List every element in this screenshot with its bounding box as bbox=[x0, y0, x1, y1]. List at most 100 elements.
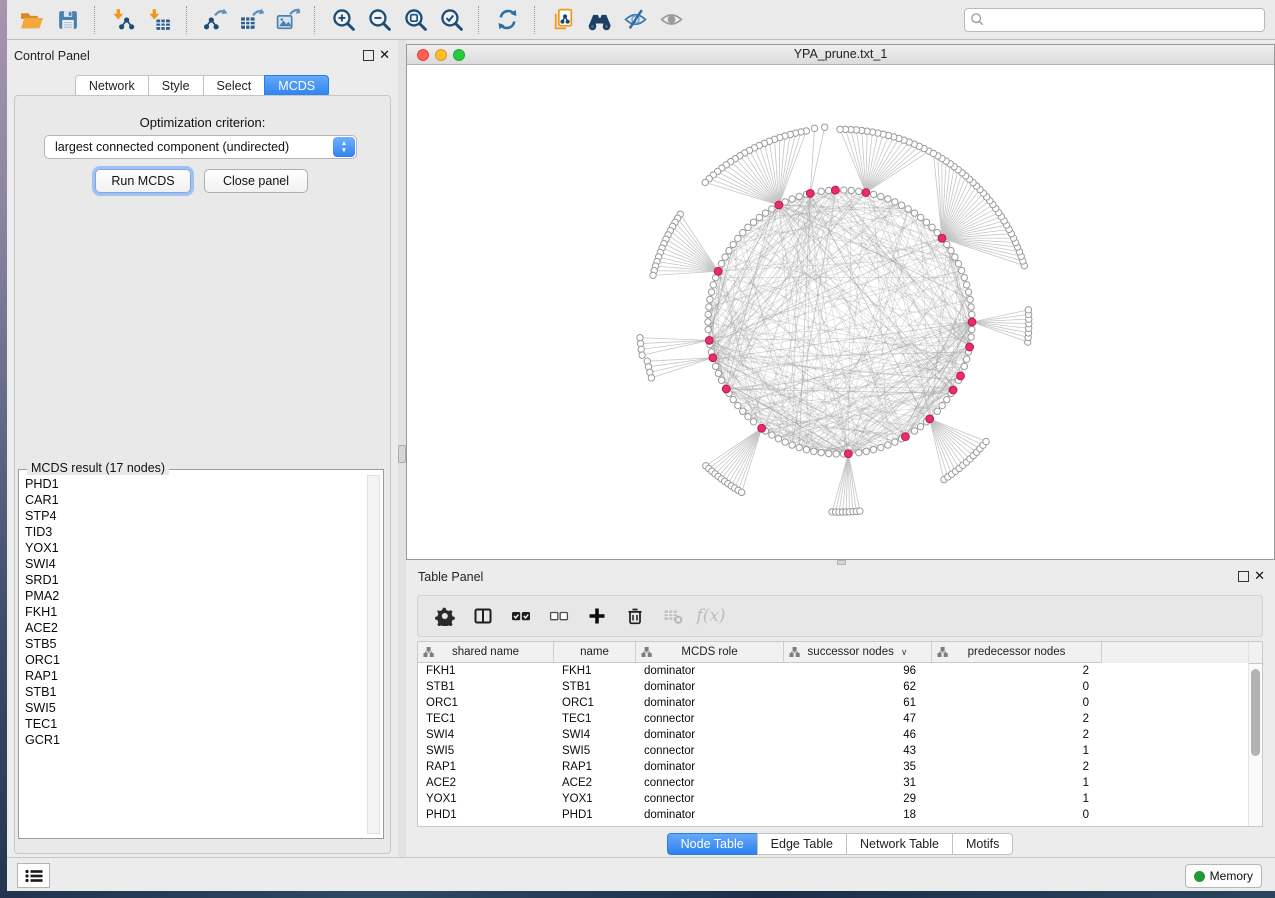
mcds-result-item[interactable]: STB1 bbox=[21, 684, 367, 700]
graph-hub-node[interactable] bbox=[806, 189, 814, 197]
graph-hub-node[interactable] bbox=[758, 424, 766, 432]
mcds-result-item[interactable]: TID3 bbox=[21, 524, 367, 540]
cell-successor-nodes[interactable]: 62 bbox=[784, 679, 932, 695]
graph-hub-node[interactable] bbox=[705, 336, 713, 344]
search-input[interactable] bbox=[985, 10, 1264, 30]
graph-node[interactable] bbox=[818, 449, 824, 455]
graph-node[interactable] bbox=[955, 261, 961, 267]
graph-node[interactable] bbox=[722, 254, 728, 260]
tab-mcds[interactable]: MCDS bbox=[264, 75, 329, 97]
network-window-titlebar[interactable]: YPA_prune.txt_1 bbox=[407, 45, 1274, 65]
table-scrollbar[interactable] bbox=[1248, 642, 1262, 826]
delete-table-icon[interactable] bbox=[656, 599, 690, 633]
mcds-result-item[interactable]: CAR1 bbox=[21, 492, 367, 508]
mcds-result-item[interactable]: YOX1 bbox=[21, 540, 367, 556]
cell-shared-name[interactable]: TEC1 bbox=[418, 711, 554, 727]
graph-node[interactable] bbox=[878, 193, 884, 199]
graph-node[interactable] bbox=[762, 210, 768, 216]
tab-style[interactable]: Style bbox=[148, 75, 204, 97]
cell-name[interactable]: RAP1 bbox=[554, 759, 636, 775]
graph-node[interactable] bbox=[923, 219, 929, 225]
tab-network-table[interactable]: Network Table bbox=[846, 833, 953, 855]
graph-leaf-node[interactable] bbox=[837, 126, 843, 132]
graph-node[interactable] bbox=[878, 444, 884, 450]
cell-name[interactable]: PHD1 bbox=[554, 807, 636, 823]
graph-node[interactable] bbox=[892, 439, 898, 445]
graph-node[interactable] bbox=[969, 326, 975, 332]
show-graphics-details-icon[interactable] bbox=[653, 3, 689, 37]
cell-successor-nodes[interactable]: 29 bbox=[784, 791, 932, 807]
export-network-icon[interactable] bbox=[197, 3, 233, 37]
unselect-all-icon[interactable] bbox=[542, 599, 576, 633]
graph-node[interactable] bbox=[735, 402, 741, 408]
graph-node[interactable] bbox=[905, 206, 911, 212]
close-panel-button[interactable]: Close panel bbox=[204, 169, 308, 193]
cell-MCDS-role[interactable]: connector bbox=[636, 711, 784, 727]
graph-node[interactable] bbox=[841, 187, 847, 193]
graph-node[interactable] bbox=[863, 448, 869, 454]
cell-shared-name[interactable]: FKH1 bbox=[418, 663, 554, 679]
graph-node[interactable] bbox=[929, 224, 935, 230]
column-header-successor-nodes[interactable]: successor nodes∨ bbox=[784, 642, 932, 663]
graph-node[interactable] bbox=[775, 436, 781, 442]
cell-MCDS-role[interactable]: connector bbox=[636, 791, 784, 807]
zoom-fit-icon[interactable] bbox=[397, 3, 433, 37]
graph-node[interactable] bbox=[833, 451, 839, 457]
cell-successor-nodes[interactable]: 47 bbox=[784, 711, 932, 727]
settings-icon[interactable] bbox=[428, 599, 462, 633]
graph-node[interactable] bbox=[705, 311, 711, 317]
graph-node[interactable] bbox=[782, 439, 788, 445]
graph-node[interactable] bbox=[917, 423, 923, 429]
run-mcds-button[interactable]: Run MCDS bbox=[95, 169, 191, 193]
cell-name[interactable]: TEC1 bbox=[554, 711, 636, 727]
task-history-button[interactable] bbox=[17, 863, 50, 888]
cell-predecessor-nodes[interactable]: 2 bbox=[932, 759, 1102, 775]
export-image-icon[interactable] bbox=[269, 3, 305, 37]
graph-node[interactable] bbox=[710, 282, 716, 288]
add-row-icon[interactable] bbox=[580, 599, 614, 633]
graph-node[interactable] bbox=[944, 241, 950, 247]
graph-node[interactable] bbox=[756, 214, 762, 220]
graph-hub-node[interactable] bbox=[775, 201, 783, 209]
cell-predecessor-nodes[interactable]: 2 bbox=[932, 727, 1102, 743]
graph-node[interactable] bbox=[712, 363, 718, 369]
function-builder-icon[interactable]: f(x) bbox=[694, 599, 728, 633]
graph-node[interactable] bbox=[969, 311, 975, 317]
graph-hub-node[interactable] bbox=[831, 186, 839, 194]
graph-node[interactable] bbox=[811, 448, 817, 454]
mcds-result-item[interactable]: GCR1 bbox=[21, 732, 367, 748]
mcds-result-item[interactable]: SWI5 bbox=[21, 700, 367, 716]
graph-node[interactable] bbox=[963, 356, 969, 362]
select-all-icon[interactable] bbox=[504, 599, 538, 633]
mcds-result-item[interactable]: ORC1 bbox=[21, 652, 367, 668]
graph-node[interactable] bbox=[750, 419, 756, 425]
cell-name[interactable]: SWI4 bbox=[554, 727, 636, 743]
open-file-icon[interactable] bbox=[13, 3, 49, 37]
graph-hub-node[interactable] bbox=[722, 385, 730, 393]
cell-MCDS-role[interactable]: dominator bbox=[636, 663, 784, 679]
graph-node[interactable] bbox=[726, 247, 732, 253]
mcds-result-item[interactable]: FKH1 bbox=[21, 604, 367, 620]
search-network-icon[interactable] bbox=[581, 3, 617, 37]
save-session-icon[interactable] bbox=[49, 3, 85, 37]
cell-predecessor-nodes[interactable]: 1 bbox=[932, 775, 1102, 791]
cell-name[interactable]: YOX1 bbox=[554, 791, 636, 807]
graph-node[interactable] bbox=[892, 199, 898, 205]
graph-node[interactable] bbox=[948, 247, 954, 253]
graph-node[interactable] bbox=[958, 267, 964, 273]
zoom-in-icon[interactable] bbox=[325, 3, 361, 37]
graph-hub-node[interactable] bbox=[966, 343, 974, 351]
graph-node[interactable] bbox=[745, 224, 751, 230]
cell-MCDS-role[interactable]: dominator bbox=[636, 695, 784, 711]
mcds-result-item[interactable]: SWI4 bbox=[21, 556, 367, 572]
graph-node[interactable] bbox=[952, 254, 958, 260]
graph-node[interactable] bbox=[965, 289, 971, 295]
mcds-result-item[interactable]: PHD1 bbox=[21, 476, 367, 492]
graph-node[interactable] bbox=[856, 188, 862, 194]
graph-node[interactable] bbox=[707, 296, 713, 302]
graph-leaf-node[interactable] bbox=[821, 124, 827, 130]
graph-hub-node[interactable] bbox=[862, 189, 870, 197]
graph-node[interactable] bbox=[885, 196, 891, 202]
cell-name[interactable]: STB1 bbox=[554, 679, 636, 695]
graph-node[interactable] bbox=[715, 370, 721, 376]
